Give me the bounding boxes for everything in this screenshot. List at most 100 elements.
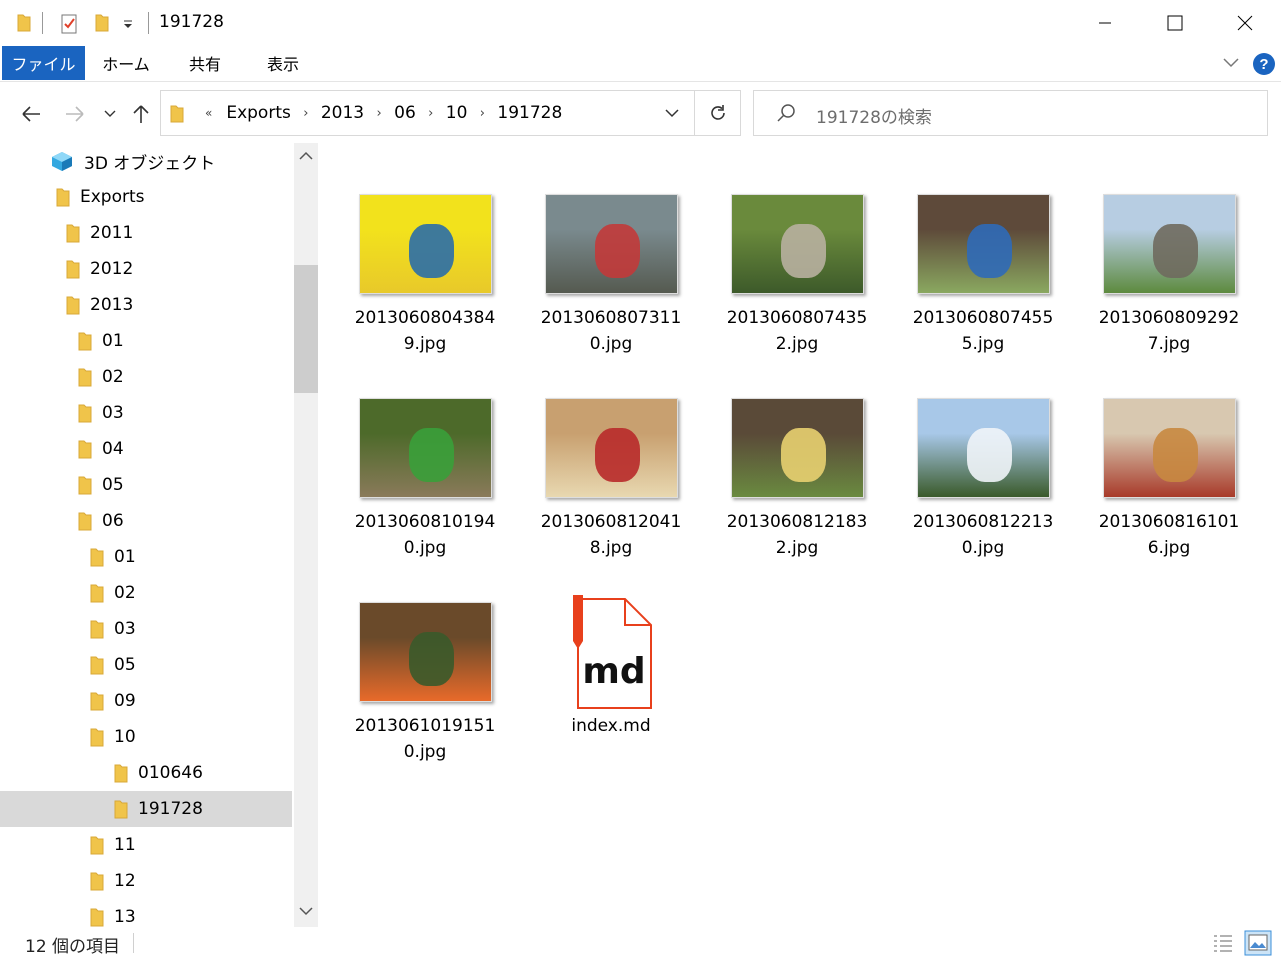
properties-icon[interactable]: [60, 13, 80, 35]
item-count: 12 個の項目: [25, 937, 121, 957]
arrow-up-icon: [133, 105, 149, 123]
photo-subject: [595, 224, 640, 279]
window-title: 191728: [159, 12, 224, 32]
chevron-right-icon[interactable]: ›: [368, 106, 390, 121]
thumbnail: [893, 389, 1073, 507]
svg-text:?: ?: [1259, 56, 1268, 73]
title-bar: 191728: [0, 0, 1281, 46]
tree-item-label: 06: [102, 511, 124, 531]
chevron-down-icon: [104, 110, 116, 117]
address-dropdown-icon[interactable]: [665, 108, 679, 118]
refresh-icon[interactable]: [708, 103, 728, 123]
separator: [148, 12, 149, 34]
search-input[interactable]: 191728の検索: [816, 103, 932, 128]
folder-icon: [114, 800, 128, 819]
new-folder-icon[interactable]: [94, 13, 110, 33]
tab-share[interactable]: 共有: [172, 46, 238, 80]
tab-file[interactable]: ファイル: [2, 46, 85, 80]
file-item-photo[interactable]: 2013060812213 0.jpg: [893, 389, 1073, 569]
tree-item[interactable]: 05: [0, 467, 292, 503]
tree-item[interactable]: 3D オブジェクト: [0, 143, 292, 179]
tree-item[interactable]: 03: [0, 611, 292, 647]
tree-item[interactable]: 11: [0, 827, 292, 863]
details-view-icon[interactable]: [1212, 932, 1234, 954]
3d-objects-icon: [52, 152, 72, 171]
file-item-markdown[interactable]: md index.md: [521, 593, 701, 773]
tree-item-label: 04: [102, 439, 124, 459]
folder-icon: [78, 440, 92, 459]
photo-thumbnail: [358, 602, 492, 702]
tree-item[interactable]: 01: [0, 323, 292, 359]
scroll-down-icon[interactable]: [299, 906, 313, 916]
tree-item[interactable]: 06: [0, 503, 292, 539]
tree-item[interactable]: 02: [0, 575, 292, 611]
thumbnail: [335, 185, 515, 303]
tree-item[interactable]: 03: [0, 395, 292, 431]
file-item-photo[interactable]: 2013060809292 7.jpg: [1079, 185, 1259, 365]
ribbon: ファイル ホーム 共有 表示 ?: [0, 46, 1281, 82]
recent-locations-button[interactable]: [98, 99, 122, 129]
minimize-button[interactable]: [1070, 0, 1140, 46]
chevron-right-icon[interactable]: ›: [471, 106, 493, 121]
tree-item[interactable]: Exports: [0, 179, 292, 215]
file-item-photo[interactable]: 2013060812183 2.jpg: [707, 389, 887, 569]
tree-item[interactable]: 191728: [0, 791, 292, 827]
breadcrumb-10[interactable]: 10: [442, 103, 472, 123]
tree-item[interactable]: 2013: [0, 287, 292, 323]
separator: [133, 933, 134, 953]
tree-item[interactable]: 02: [0, 359, 292, 395]
large-icons-view-icon[interactable]: [1244, 930, 1272, 956]
back-button[interactable]: [16, 99, 46, 129]
tree-item[interactable]: 13: [0, 899, 292, 927]
file-item-photo[interactable]: 2013060807455 5.jpg: [893, 185, 1073, 365]
tree-item[interactable]: 010646: [0, 755, 292, 791]
tree-item[interactable]: 05: [0, 647, 292, 683]
tree-item[interactable]: 01: [0, 539, 292, 575]
breadcrumb-06[interactable]: 06: [390, 103, 420, 123]
breadcrumb-exports[interactable]: Exports: [222, 103, 295, 123]
expand-ribbon-icon[interactable]: [1222, 56, 1240, 70]
scroll-up-icon[interactable]: [299, 151, 313, 161]
tree-item-label: 2012: [90, 259, 134, 279]
file-name-line: 0.jpg: [403, 742, 447, 762]
tab-view[interactable]: 表示: [248, 46, 318, 80]
file-item-photo[interactable]: 2013060807435 2.jpg: [707, 185, 887, 365]
breadcrumb-191728[interactable]: 191728: [493, 103, 566, 123]
up-button[interactable]: [126, 99, 156, 129]
tree-item[interactable]: 10: [0, 719, 292, 755]
thumbnail: [521, 389, 701, 507]
file-item-photo[interactable]: 2013060810194 0.jpg: [335, 389, 515, 569]
breadcrumb-overflow[interactable]: «: [201, 106, 222, 120]
file-item-photo[interactable]: 2013061019151 0.jpg: [335, 593, 515, 773]
forward-button[interactable]: [60, 99, 90, 129]
file-item-photo[interactable]: 2013060807311 0.jpg: [521, 185, 701, 365]
tree-item[interactable]: 12: [0, 863, 292, 899]
maximize-button[interactable]: [1140, 0, 1210, 46]
address-bar[interactable]: « Exports › 2013 › 06 › 10 › 191728: [160, 90, 741, 136]
photo-subject: [409, 428, 454, 483]
search-box[interactable]: 191728の検索: [753, 90, 1268, 136]
help-icon[interactable]: ?: [1252, 52, 1276, 76]
breadcrumb-2013[interactable]: 2013: [317, 103, 368, 123]
close-button[interactable]: [1210, 0, 1280, 46]
separator: [42, 12, 43, 34]
chevron-right-icon[interactable]: ›: [420, 106, 442, 121]
file-name-line: 0.jpg: [589, 334, 633, 354]
folder-icon[interactable]: [16, 13, 32, 33]
chevron-right-icon[interactable]: ›: [295, 106, 317, 121]
tree-item[interactable]: 2011: [0, 215, 292, 251]
folder-icon: [78, 512, 92, 531]
close-icon: [1237, 15, 1253, 31]
tree-item[interactable]: 09: [0, 683, 292, 719]
arrow-left-icon: [22, 106, 40, 122]
tab-home[interactable]: ホーム: [90, 46, 162, 80]
file-item-photo[interactable]: 2013060812041 8.jpg: [521, 389, 701, 569]
file-item-photo[interactable]: 2013060804384 9.jpg: [335, 185, 515, 365]
tree-item[interactable]: 04: [0, 431, 292, 467]
nav-scrollbar[interactable]: [294, 143, 318, 927]
customize-dropdown-icon[interactable]: [122, 18, 134, 30]
tree-item[interactable]: 2012: [0, 251, 292, 287]
file-item-photo[interactable]: 2013060816101 6.jpg: [1079, 389, 1259, 569]
scrollbar-thumb[interactable]: [294, 265, 318, 393]
tree-item-label: 02: [102, 367, 124, 387]
